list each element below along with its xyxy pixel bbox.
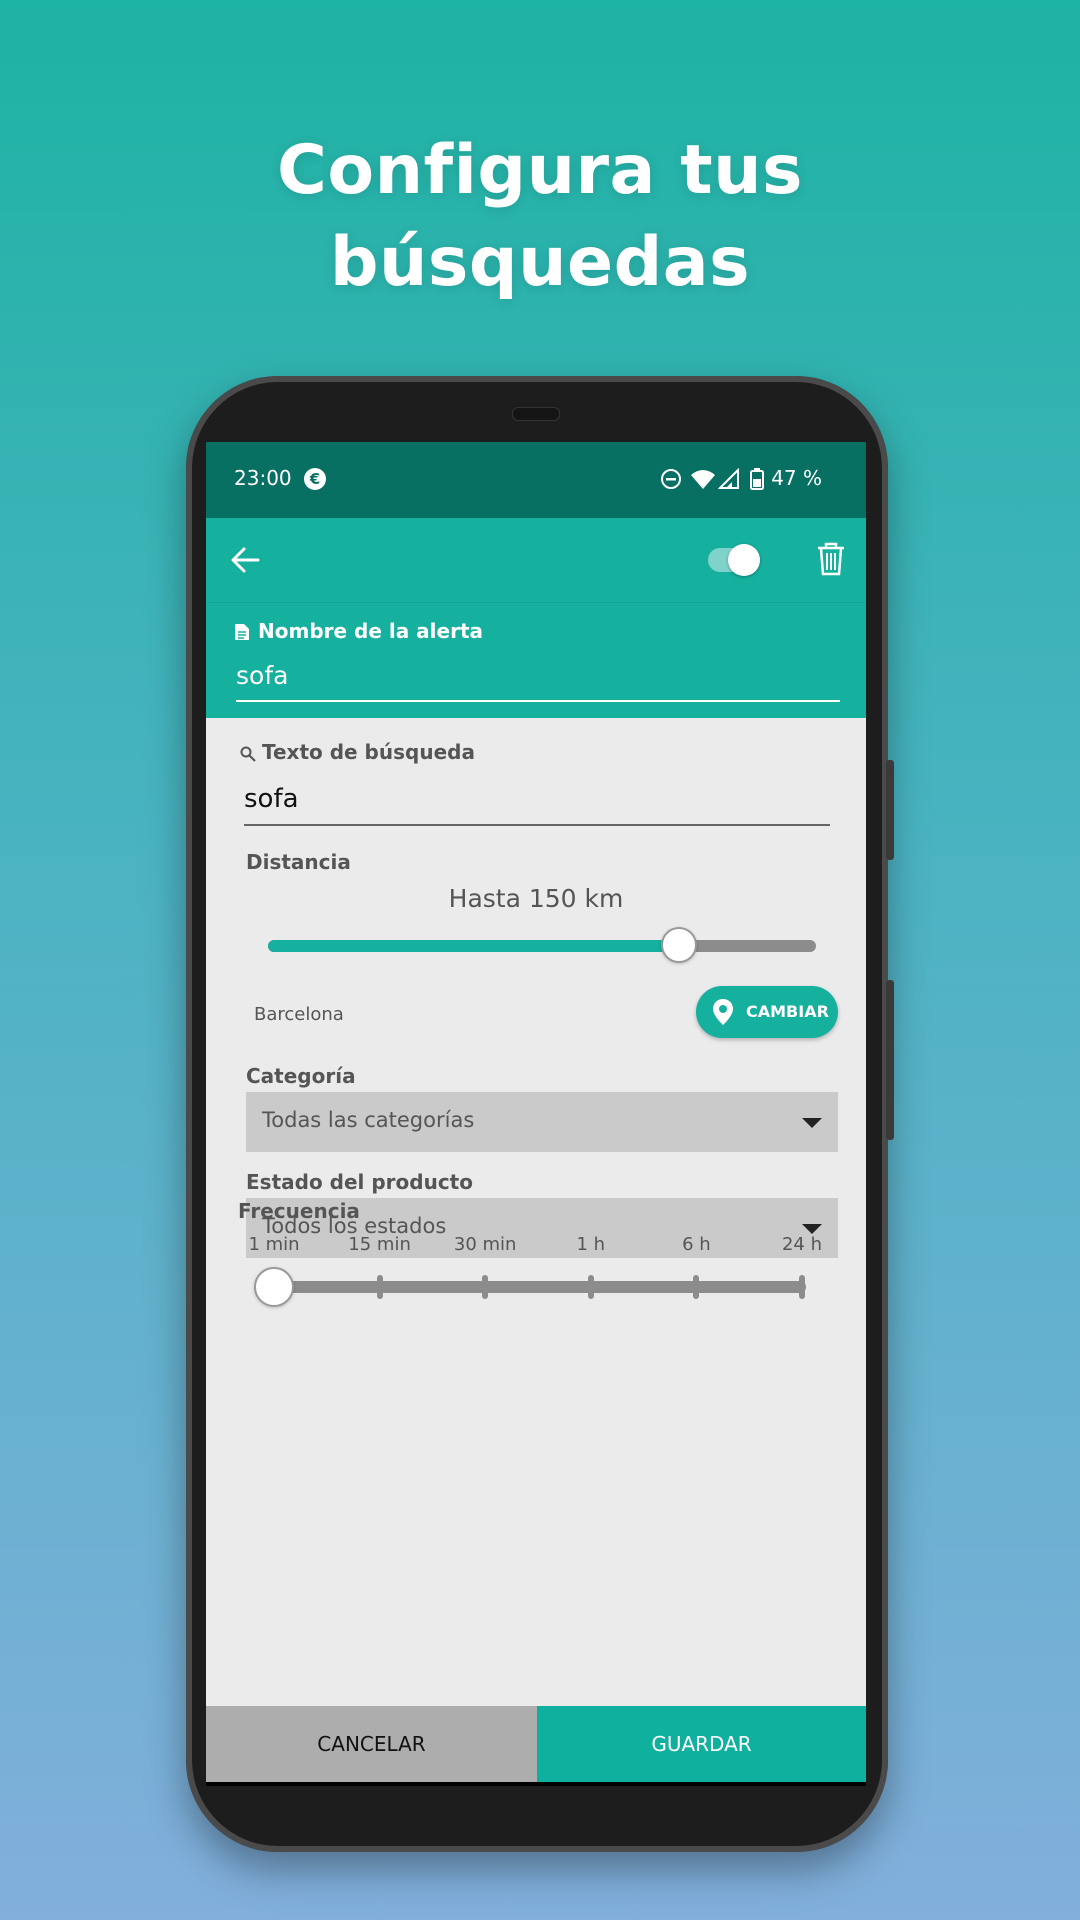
currency-badge-icon: € — [304, 468, 326, 490]
phone-volume-button — [886, 980, 894, 1140]
phone-screen: 23:00 € 47 % Nombre de la alerta sofa Te… — [206, 442, 866, 1786]
phone-earpiece — [512, 407, 560, 421]
change-location-label: CAMBIAR — [746, 1002, 829, 1021]
category-label: Categoría — [246, 1064, 356, 1088]
search-icon — [240, 746, 256, 762]
save-button[interactable]: GUARDAR — [537, 1706, 866, 1782]
frequency-tick[interactable] — [587, 1275, 594, 1299]
frequency-tick[interactable] — [482, 1275, 489, 1299]
trash-icon[interactable] — [816, 542, 846, 576]
frequency-label: Frecuencia — [238, 1199, 360, 1223]
product-state-label: Estado del producto — [246, 1170, 473, 1194]
chevron-down-icon — [802, 1118, 822, 1128]
alert-name-label: Nombre de la alerta — [258, 619, 484, 643]
search-text-input[interactable]: sofa — [244, 784, 299, 814]
alert-name-underline — [236, 700, 840, 702]
back-arrow-icon[interactable] — [230, 546, 260, 574]
frequency-tick[interactable] — [799, 1275, 805, 1299]
frequency-option-label: 1 min — [248, 1234, 300, 1255]
battery-percent: 47 % — [771, 466, 822, 490]
frequency-option-label: 1 h — [576, 1234, 606, 1255]
document-icon — [235, 624, 249, 640]
frequency-option-label: 30 min — [453, 1234, 517, 1255]
wifi-icon — [691, 470, 715, 489]
frequency-tick[interactable] — [693, 1275, 700, 1299]
headline-line-1: Configura tus — [277, 131, 803, 210]
category-dropdown[interactable]: Todas las categorías — [246, 1092, 838, 1152]
change-location-button[interactable]: CAMBIAR — [696, 986, 838, 1038]
toggle-thumb[interactable] — [728, 544, 760, 576]
nav-bar — [206, 1782, 866, 1786]
form-content: Texto de búsqueda sofa Distancia Hasta 1… — [206, 718, 866, 1706]
status-bar: 23:00 € 47 % — [206, 442, 866, 518]
headline-line-2: búsquedas — [329, 223, 751, 302]
alert-name-input[interactable]: sofa — [236, 661, 288, 690]
alert-name-section: Nombre de la alerta sofa — [206, 602, 866, 719]
phone-side-button — [886, 760, 894, 860]
frequency-option-label: 24 h — [781, 1234, 823, 1255]
distance-slider-fill — [268, 940, 679, 952]
chevron-down-icon — [802, 1224, 822, 1234]
cancel-button[interactable]: CANCELAR — [206, 1706, 537, 1782]
dnd-icon — [661, 469, 681, 489]
frequency-slider-thumb[interactable] — [254, 1267, 294, 1307]
distance-slider-thumb[interactable] — [661, 927, 697, 963]
status-time: 23:00 — [234, 466, 292, 490]
signal-icon — [718, 468, 739, 489]
frequency-option-label: 15 min — [348, 1234, 411, 1255]
frequency-slider-track[interactable] — [276, 1281, 806, 1293]
battery-icon — [750, 468, 764, 490]
frequency-option-label: 6 h — [682, 1234, 711, 1255]
app-bar — [206, 518, 866, 602]
distance-label: Distancia — [246, 850, 351, 874]
frequency-tick[interactable] — [376, 1275, 383, 1299]
promo-headline: Configura tus búsquedas — [0, 125, 1080, 309]
search-text-underline — [244, 824, 830, 826]
search-text-label: Texto de búsqueda — [262, 740, 475, 764]
bottom-action-bar: CANCELAR GUARDAR — [206, 1706, 866, 1782]
location-city: Barcelona — [254, 1004, 344, 1025]
location-pin-icon — [713, 999, 733, 1025]
distance-value: Hasta 150 km — [448, 884, 624, 913]
category-selected: Todas las categorías — [262, 1108, 475, 1132]
